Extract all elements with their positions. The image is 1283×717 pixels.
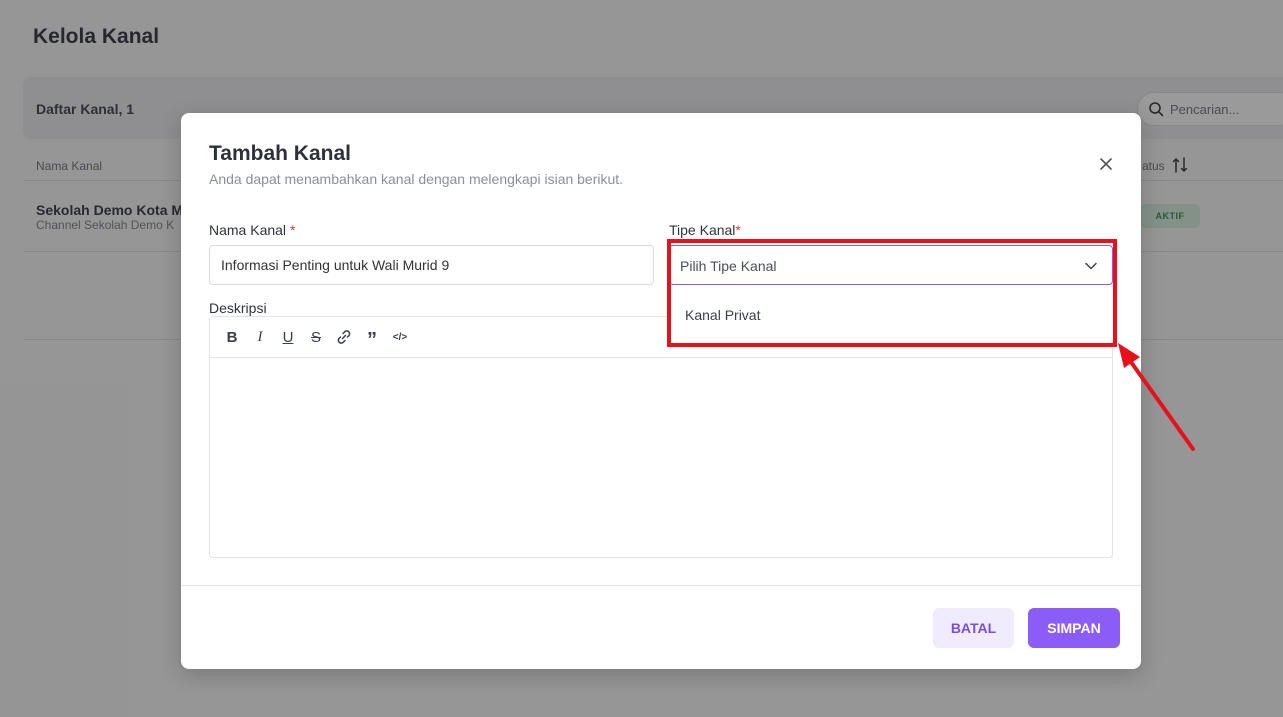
add-channel-modal: Tambah Kanal Anda dapat menambahkan kana…: [181, 113, 1141, 669]
link-button[interactable]: [334, 327, 354, 347]
cancel-button[interactable]: BATAL: [933, 608, 1014, 648]
channel-type-label: Tipe Kanal*: [669, 222, 741, 238]
close-icon[interactable]: [1095, 153, 1117, 175]
channel-type-label-text: Tipe Kanal: [669, 222, 736, 238]
modal-title: Tambah Kanal: [209, 142, 351, 165]
strikethrough-button[interactable]: S: [306, 327, 326, 347]
modal-subtitle: Anda dapat menambahkan kanal dengan mele…: [209, 171, 624, 187]
annotation-highlight-box: [667, 239, 1117, 347]
required-mark: *: [289, 222, 296, 238]
quote-button[interactable]: ”: [362, 327, 382, 351]
underline-button[interactable]: U: [278, 327, 298, 347]
channel-name-label-text: Nama Kanal: [209, 222, 287, 238]
channel-name-input[interactable]: [209, 245, 654, 285]
editor-body[interactable]: [210, 358, 1112, 558]
description-editor: B I U S ” </>: [209, 316, 1113, 558]
required-mark: *: [735, 222, 741, 238]
channel-name-label: Nama Kanal *: [209, 222, 295, 238]
save-button[interactable]: SIMPAN: [1028, 608, 1120, 648]
bold-button[interactable]: B: [222, 327, 242, 347]
description-label: Deskripsi: [209, 300, 267, 316]
code-button[interactable]: </>: [390, 327, 410, 347]
link-icon: [337, 330, 351, 344]
modal-footer-divider: [181, 585, 1141, 586]
italic-button[interactable]: I: [250, 327, 270, 347]
